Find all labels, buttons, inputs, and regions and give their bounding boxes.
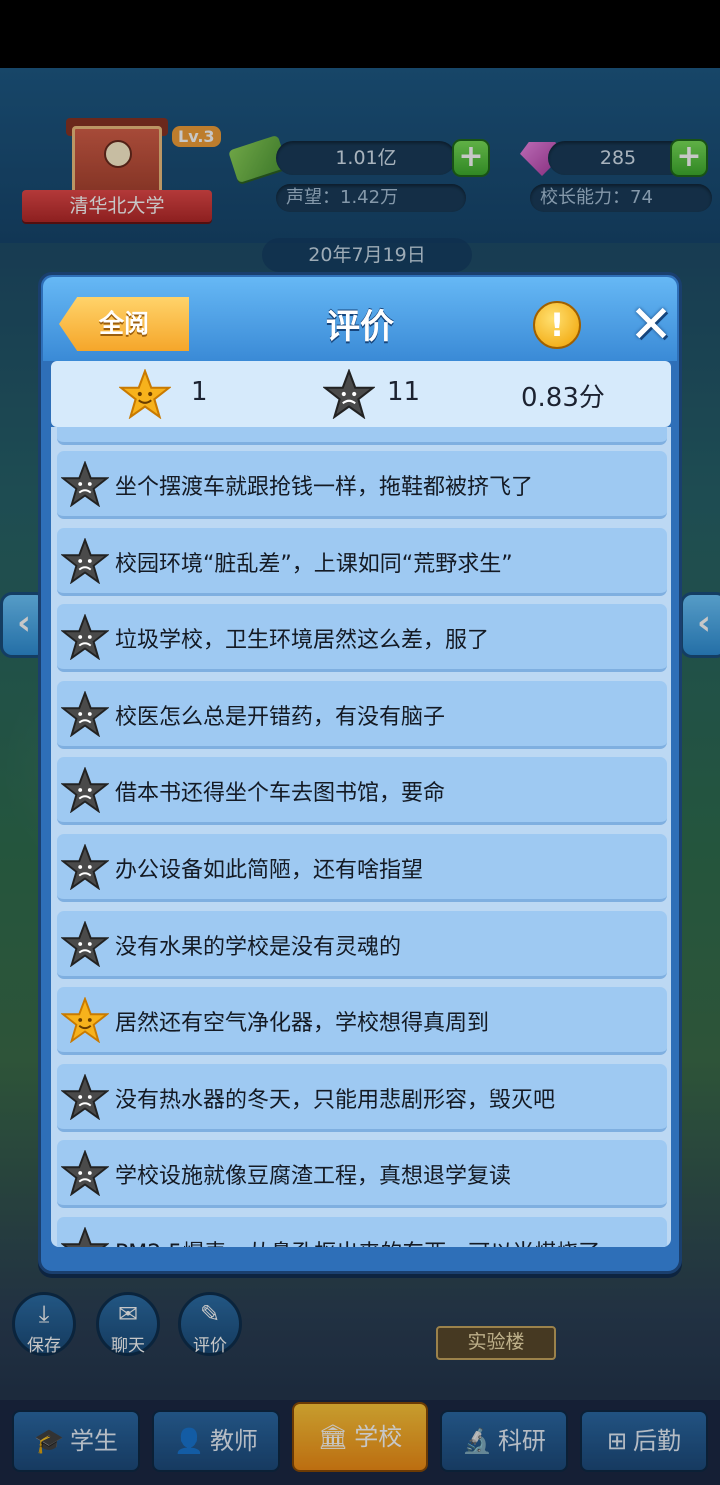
review-item: 坐个摆渡车就跟抢钱一样，拖鞋都被挤飞了 <box>57 451 667 519</box>
review-item: 借本书还得坐个车去图书馆，要命 <box>57 757 667 826</box>
sad-star-icon <box>60 536 110 585</box>
review-text: 没有热水器的冬天，只能用悲剧形容，毁灭吧 <box>115 1087 556 1113</box>
review-text: 垃圾学校，卫生环境居然这么差，服了 <box>115 628 490 654</box>
bad-count: 11 <box>387 377 421 407</box>
sad-star-icon <box>60 689 110 738</box>
dialog-title: 评价 <box>326 307 394 347</box>
review-item: 学校设施就像豆腐渣工程，真想退学复读 <box>57 1140 667 1209</box>
bad-star-icon <box>322 368 376 420</box>
dialog-header: 全阅 评价 ! ✕ <box>43 277 677 361</box>
sad-star-icon <box>60 460 110 508</box>
review-text: 借本书还得坐个车去图书馆，要命 <box>115 781 446 807</box>
review-text: 校医怎么总是开错药，有没有脑子 <box>115 704 446 730</box>
sad-star-icon <box>60 1072 110 1121</box>
sad-star-icon <box>60 766 110 814</box>
good-count: 1 <box>191 377 208 407</box>
review-text: PM2.5爆表，从鼻孔抠出来的东西，可以当煤烧了 <box>115 1235 600 1247</box>
sad-star-icon <box>60 1149 110 1197</box>
review-text: 坐个摆渡车就跟抢钱一样，拖鞋都被挤飞了 <box>115 475 534 500</box>
review-item: 校医怎么总是开错药，有没有脑子 <box>57 680 667 749</box>
review-text: 没有水果的学校是没有灵魂的 <box>115 934 402 960</box>
review-list[interactable]: 坐个摆渡车就跟抢钱一样，拖鞋都被挤飞了 校园环境“脏乱差”，上课如同“荒野求生” 垃… <box>51 427 671 1247</box>
close-icon[interactable]: ✕ <box>623 297 679 353</box>
review-text: 学校设施就像豆腐渣工程，真想退学复读 <box>115 1164 512 1190</box>
review-item: 校园环境“脏乱差”，上课如同“荒野求生” <box>57 527 667 596</box>
score-value: 0.83分 <box>521 383 605 413</box>
status-bar <box>0 0 720 68</box>
happy-star-icon <box>60 996 110 1044</box>
review-item: 没有水果的学校是没有灵魂的 <box>57 910 667 979</box>
sad-star-icon <box>60 919 110 968</box>
review-text: 办公设备如此简陋，还有啥指望 <box>115 858 424 883</box>
review-item: PM2.5爆表，从鼻孔抠出来的东西，可以当煤烧了 <box>57 1217 667 1247</box>
list-item <box>57 427 667 445</box>
good-star-icon <box>118 368 172 420</box>
sad-star-icon <box>60 613 110 661</box>
review-item: 没有热水器的冬天，只能用悲剧形容，毁灭吧 <box>57 1063 667 1132</box>
review-summary: 1 11 0.83分 <box>51 361 671 427</box>
sad-star-icon <box>60 843 110 891</box>
info-icon[interactable]: ! <box>533 301 581 349</box>
review-item: 垃圾学校，卫生环境居然这么差，服了 <box>57 604 667 673</box>
sad-star-icon <box>60 1226 110 1247</box>
review-item: 办公设备如此简陋，还有啥指望 <box>57 834 667 902</box>
review-item: 居然还有空气净化器，学校想得真周到 <box>57 987 667 1056</box>
review-dialog: 全阅 评价 ! ✕ 1 11 0.83分 坐个摆渡车就跟抢钱一样，拖鞋都被挤飞了… <box>38 272 682 1274</box>
review-text: 居然还有空气净化器，学校想得真周到 <box>115 1011 490 1037</box>
review-text: 校园环境“脏乱差”，上课如同“荒野求生” <box>115 551 513 577</box>
